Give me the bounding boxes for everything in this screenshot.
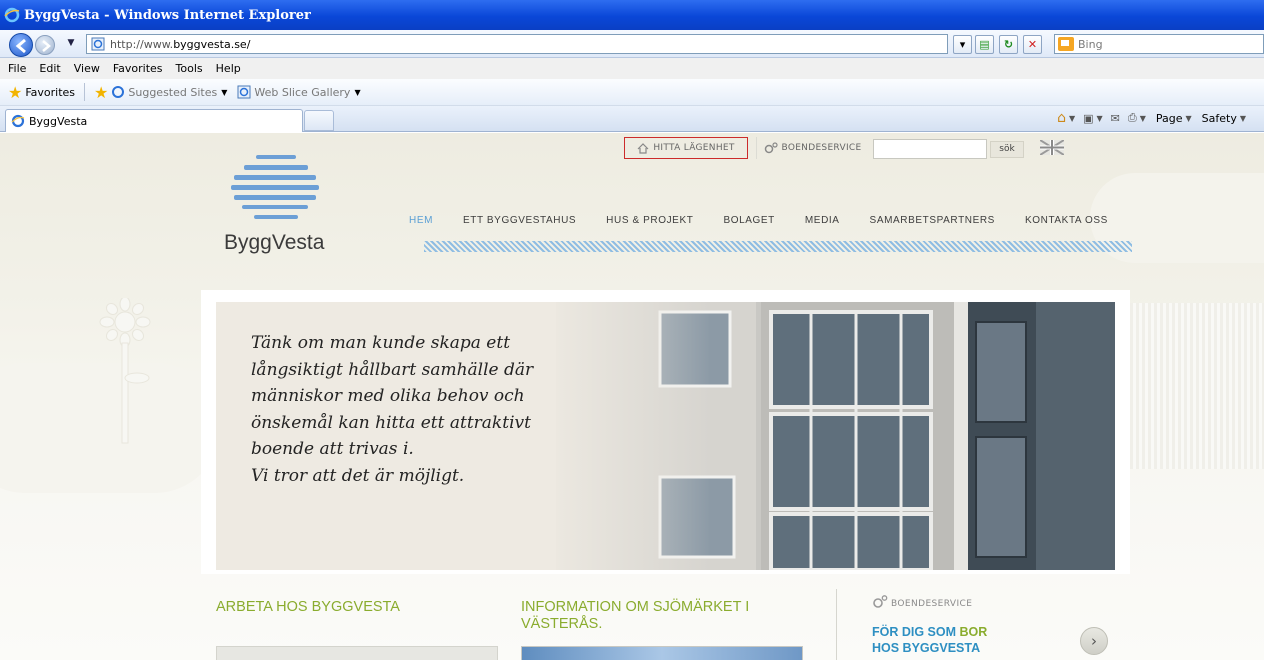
hero-quote-line: Vi tror att det är möjligt.	[251, 465, 465, 486]
gear-icon	[764, 142, 778, 154]
safety-menu[interactable]: Safety	[1202, 112, 1237, 125]
chevron-down-icon[interactable]: ▼	[354, 88, 360, 97]
boendeservice-heading[interactable]: FÖR DIG SOM BOR HOS BYGGVESTA	[872, 624, 987, 656]
back-button[interactable]	[9, 33, 33, 57]
nav-samarbetspartners[interactable]: SAMARBETSPARTNERS	[870, 215, 995, 231]
arrow-right-icon	[42, 40, 51, 52]
hero-banner: Tänk om man kunde skapa ett långsiktigt …	[216, 302, 1115, 570]
mail-icon[interactable]: ✉	[1111, 112, 1120, 125]
nav-hem[interactable]: HEM	[409, 215, 433, 231]
tab-row: ByggVesta ⌂ ▼ ▣ ▼ ✉ ⎙ ▼ Page ▼ Safety ▼	[0, 106, 1264, 132]
web-slice-icon	[237, 85, 251, 99]
web-slice-gallery-link[interactable]: Web Slice Gallery	[254, 86, 350, 99]
sunflower-graphic	[99, 298, 151, 444]
nav-bolaget[interactable]: BOLAGET	[723, 215, 774, 231]
menu-view[interactable]: View	[74, 62, 100, 75]
hitta-lagenhet-link[interactable]: HITTA LÄGENHET	[624, 137, 748, 159]
page-menu[interactable]: Page	[1156, 112, 1183, 125]
boendeservice-small-text: BOENDESERVICE	[891, 599, 973, 609]
chevron-down-icon[interactable]: ▼	[1186, 114, 1192, 123]
address-url: http://www.byggvesta.se/	[110, 37, 251, 51]
site-search-input[interactable]	[873, 139, 987, 159]
chevron-down-icon[interactable]: ▼	[1240, 114, 1246, 123]
suggested-sites-link[interactable]: Suggested Sites	[128, 86, 217, 99]
chevron-right-icon: ›	[1091, 632, 1097, 650]
window-titlebar: ByggVesta - Windows Internet Explorer	[0, 0, 1264, 30]
menu-edit[interactable]: Edit	[39, 62, 60, 75]
address-row: ▼ http://www.byggvesta.se/ ▾ ▤ ↻ ✕ Bing	[0, 30, 1264, 58]
address-dropdown-button[interactable]: ▾	[953, 35, 972, 54]
boendeservice-link[interactable]: BOENDESERVICE	[756, 137, 868, 159]
arbeta-hos-byggvesta-heading[interactable]: ARBETA HOS BYGGVESTA	[216, 599, 400, 616]
background-building	[1130, 303, 1264, 469]
recent-pages-dropdown[interactable]: ▼	[64, 36, 78, 50]
compatibility-view-button[interactable]: ▤	[975, 35, 994, 54]
boendeservice-box-label: BOENDESERVICE	[872, 595, 972, 609]
nav-stripe-decoration	[424, 241, 1132, 252]
boendeservice-label: BOENDESERVICE	[781, 143, 862, 153]
main-navigation: HEM ETT BYGGVESTAHUS HUS & PROJEKT BOLAG…	[409, 215, 1108, 231]
arrow-left-icon	[15, 38, 26, 54]
chevron-down-icon[interactable]: ▼	[1140, 114, 1146, 123]
nav-ett-byggvestahus[interactable]: ETT BYGGVESTAHUS	[463, 215, 576, 231]
bing-search-box[interactable]: Bing	[1054, 34, 1264, 54]
tab-title: ByggVesta	[29, 114, 88, 128]
menu-bar: File Edit View Favorites Tools Help	[0, 58, 1264, 79]
tab-byggvesta[interactable]: ByggVesta	[5, 109, 303, 132]
feeds-icon[interactable]: ▣	[1083, 112, 1093, 125]
hero-quote-line: långsiktigt hållbart samhälle där	[251, 359, 534, 380]
chevron-down-icon[interactable]: ▼	[221, 88, 227, 97]
boendeservice-heading-text: FÖR DIG SOM	[872, 625, 960, 639]
internet-explorer-icon	[4, 7, 20, 23]
boendeservice-next-button[interactable]: ›	[1080, 627, 1108, 655]
chevron-down-icon[interactable]: ▼	[1069, 114, 1075, 123]
window-title: ByggVesta - Windows Internet Explorer	[24, 7, 311, 23]
gear-icon	[873, 595, 888, 608]
menu-tools[interactable]: Tools	[176, 62, 203, 75]
hero-quote: Tänk om man kunde skapa ett långsiktigt …	[251, 330, 533, 489]
hero-quote-line: Tänk om man kunde skapa ett	[251, 333, 511, 353]
bing-icon	[1058, 37, 1074, 51]
menu-favorites[interactable]: Favorites	[113, 62, 163, 75]
house-icon	[637, 142, 649, 154]
home-icon[interactable]: ⌂	[1057, 110, 1066, 126]
internet-explorer-icon	[11, 114, 25, 128]
search-placeholder: Bing	[1078, 37, 1103, 51]
forward-button[interactable]	[35, 35, 55, 55]
suggested-sites-icon	[112, 86, 125, 98]
favorites-bar: ★ Favorites ★ Suggested Sites ▼ Web Slic…	[0, 79, 1264, 106]
favorites-button[interactable]: Favorites	[25, 86, 75, 99]
hero-quote-line: människor med olika behov och	[251, 386, 525, 406]
refresh-button[interactable]: ↻	[999, 35, 1018, 54]
uk-flag-icon[interactable]	[1040, 140, 1064, 155]
arbeta-thumbnail[interactable]	[216, 646, 498, 660]
page-icon	[91, 37, 105, 51]
new-tab-button[interactable]	[304, 110, 334, 131]
menu-file[interactable]: File	[8, 62, 26, 75]
nav-kontakta-oss[interactable]: KONTAKTA OSS	[1025, 215, 1108, 231]
favorites-star-icon[interactable]: ★	[8, 83, 22, 102]
hitta-lagenhet-label: HITTA LÄGENHET	[653, 143, 735, 153]
boendeservice-heading-text: HOS BYGGVESTA	[872, 641, 981, 655]
sjomarket-thumbnail[interactable]	[521, 646, 803, 660]
nav-hus-projekt[interactable]: HUS & PROJEKT	[606, 215, 693, 231]
print-icon[interactable]: ⎙	[1128, 111, 1137, 125]
boendeservice-heading-highlight: BOR	[959, 625, 988, 639]
logo-text[interactable]: ByggVesta	[224, 231, 324, 255]
command-bar: ⌂ ▼ ▣ ▼ ✉ ⎙ ▼ Page ▼ Safety ▼	[1049, 110, 1246, 126]
nav-media[interactable]: MEDIA	[805, 215, 840, 231]
information-sjomarket-heading[interactable]: INFORMATION OM SJÖMÄRKET I VÄSTERÅS.	[521, 599, 821, 633]
address-bar[interactable]: http://www.byggvesta.se/	[86, 34, 948, 54]
add-favorite-icon[interactable]: ★	[94, 83, 108, 102]
column-divider	[836, 589, 837, 660]
web-page: ByggVesta HITTA LÄGENHET BOENDESERVICE s…	[0, 133, 1264, 660]
search-button[interactable]: sök	[990, 141, 1024, 158]
hero-quote-line: boende att trivas i.	[251, 439, 414, 459]
stop-button[interactable]: ✕	[1023, 35, 1042, 54]
hero-quote-line: önskemål kan hitta ett attraktivt	[251, 412, 531, 433]
chevron-down-icon[interactable]: ▼	[1097, 114, 1103, 123]
favorites-divider	[84, 83, 86, 101]
menu-help[interactable]: Help	[216, 62, 241, 75]
